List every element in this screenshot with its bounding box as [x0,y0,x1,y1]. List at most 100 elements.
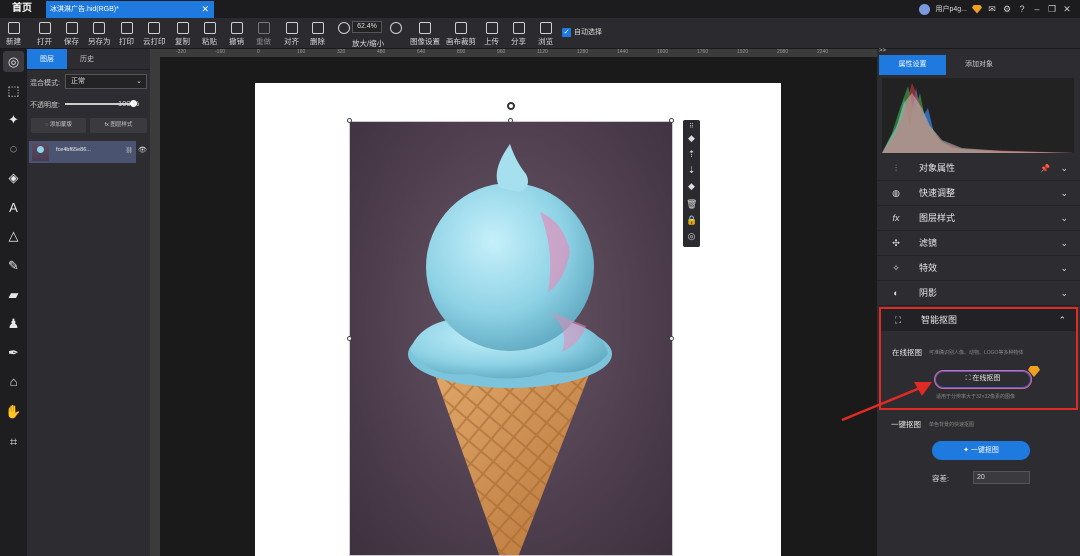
opacity-value: 100 % [118,99,140,108]
tab-properties[interactable]: 属性设置 [879,55,946,75]
shadow-icon: ◐ [893,288,899,298]
section-layer-style[interactable]: fx 图层样式 ⌄ [877,206,1080,231]
resize-handle-tr[interactable] [669,118,674,123]
gem-icon[interactable] [972,4,982,14]
tab-layers[interactable]: 图层 [27,49,67,69]
restore-icon[interactable]: ❐ [1047,4,1057,14]
resize-handle-left[interactable] [347,336,352,341]
share-button[interactable]: 分享 [511,20,526,48]
shape-tool[interactable]: △ [3,225,24,246]
marquee-tool[interactable]: ⬚ [3,80,24,101]
adjust-icon: ◍ [892,188,900,198]
ice-cream-image[interactable] [349,121,673,556]
tab-history[interactable]: 历史 [67,49,107,69]
zoom-button[interactable] [338,20,350,48]
redo-icon [257,22,270,34]
new-button[interactable]: 新建 [6,20,21,48]
section-effects[interactable]: ✧ 特效 ⌄ [877,256,1080,281]
browse-button[interactable]: 浏览 [538,20,553,48]
histogram-graph [882,83,1074,153]
brush-tool[interactable]: ✎ [3,255,24,276]
tab-home[interactable]: 首页 [0,0,44,18]
rotate-handle[interactable] [507,102,515,110]
open-icon [38,22,51,34]
mail-icon[interactable]: ✉ [987,4,997,14]
artboard[interactable] [255,83,781,556]
print-button[interactable]: 打印 [119,20,134,48]
tab-add-object[interactable]: 添加对象 [948,55,1010,75]
close-icon[interactable]: ✕ [1062,4,1072,14]
add-mask-button[interactable]: ◌ 添加蒙版 [31,118,86,133]
avatar[interactable] [919,3,931,15]
layer-item[interactable]: fce4bf65e86... ⛓ [29,141,136,163]
open-button[interactable]: 打开 [37,20,52,48]
upload-icon [485,22,498,34]
magic-wand-tool[interactable]: ✦ [3,109,24,130]
select-tool[interactable]: ◎ [3,51,24,72]
save-button[interactable]: 保存 [64,20,79,48]
auto-select-label: 自动选择 [574,29,602,36]
resize-handle-right[interactable] [669,336,674,341]
move-backward-icon[interactable]: ⇣ [686,165,697,176]
drag-grip-icon[interactable]: ⠿ [686,122,697,133]
auto-select-toggle[interactable]: ✓ 自动选择 [562,27,602,37]
smart-cutout-header[interactable]: ⛶ 智能抠图 ⌃ [881,309,1076,331]
stamp-tool[interactable]: ♟ [3,313,24,334]
redo-button[interactable]: 重做 [256,20,271,48]
resize-handle-top[interactable] [508,118,513,123]
opacity-label: 不透明度: [30,102,60,109]
align-button[interactable]: 对齐 [284,20,299,48]
settings-icon[interactable]: ⚙ [1002,4,1012,14]
canvas-crop-button[interactable]: 画布裁剪 [446,20,476,48]
layer-up-icon[interactable]: ◆ [686,133,697,144]
visibility-eye-icon[interactable]: 👁 [138,146,147,154]
section-shadow[interactable]: ◐ 阴影 ⌄ [877,281,1080,306]
blend-mode-value: 正常 [71,78,85,85]
lock-icon[interactable]: 🔒 [686,215,697,226]
checkbox-icon: ✓ [562,27,571,37]
upload-button[interactable]: 上传 [484,20,499,48]
chevron-down-icon: ⌄ [1060,263,1068,273]
zoom-out-button[interactable] [390,20,402,48]
section-quick-adjust[interactable]: ◍ 快速调整 ⌄ [877,181,1080,206]
ruler-tick: 2080 [777,49,789,55]
hand-tool[interactable]: ✋ [3,401,24,422]
tolerance-input[interactable]: 20 [973,471,1030,484]
layer-style-button[interactable]: fx 图层样式 [90,118,147,133]
paste-button[interactable]: 粘贴 [202,20,217,48]
move-forward-icon[interactable]: ⇡ [686,149,697,160]
delete-button[interactable]: 删除 [310,20,325,48]
minimize-icon[interactable]: – [1032,4,1042,14]
undo-button[interactable]: 撤销 [229,20,244,48]
tab-document[interactable]: 冰淇淋广告.hid(RGB)* ✕ [46,1,214,18]
blend-mode-select[interactable]: 正常 ⌄ [65,74,147,89]
zoom-value-field[interactable]: 62.4% [352,21,382,33]
trash-icon[interactable]: 🗑 [686,199,697,210]
oneclick-cutout-button[interactable]: ✦ 一键抠图 [932,441,1030,460]
user-name[interactable]: 用户p4g... [935,4,967,14]
browse-icon [539,22,552,34]
pen-tool[interactable]: ✒ [3,342,24,363]
image-settings-button[interactable]: 图像设置 [410,20,440,48]
canvas-area[interactable]: -320 -160 0 160 320 480 640 800 960 1120… [150,49,877,556]
path-select-tool[interactable]: ⌂ [3,371,24,392]
help-icon[interactable]: ? [1017,4,1027,14]
section-object-properties[interactable]: ⫶ 对象属性 📌 ⌄ [877,156,1080,181]
fill-tool[interactable]: ◈ [3,167,24,188]
save-as-button[interactable]: 另存为 [88,20,111,48]
crop-tool[interactable]: ⌗ [3,431,24,452]
pin-icon[interactable]: 📌 [1040,156,1050,181]
text-tool[interactable]: A [3,197,24,218]
cutout-icon[interactable]: ◎ [686,231,697,242]
chevron-up-icon: ⌃ [1058,315,1066,325]
layer-down-icon[interactable]: ◆ [686,181,697,192]
close-tab-icon[interactable]: ✕ [201,1,209,18]
copy-button[interactable]: 复制 [175,20,190,48]
online-cutout-button[interactable]: ⛶ 在线抠图 [934,370,1032,389]
collapse-panel-icon[interactable]: >> [879,48,886,54]
cloud-print-button[interactable]: 云打印 [143,20,166,48]
lasso-tool[interactable]: ◌ [3,138,24,159]
section-filter[interactable]: ✣ 滤镜 ⌄ [877,231,1080,256]
resize-handle-tl[interactable] [347,118,352,123]
eraser-tool[interactable]: ▰ [3,284,24,305]
